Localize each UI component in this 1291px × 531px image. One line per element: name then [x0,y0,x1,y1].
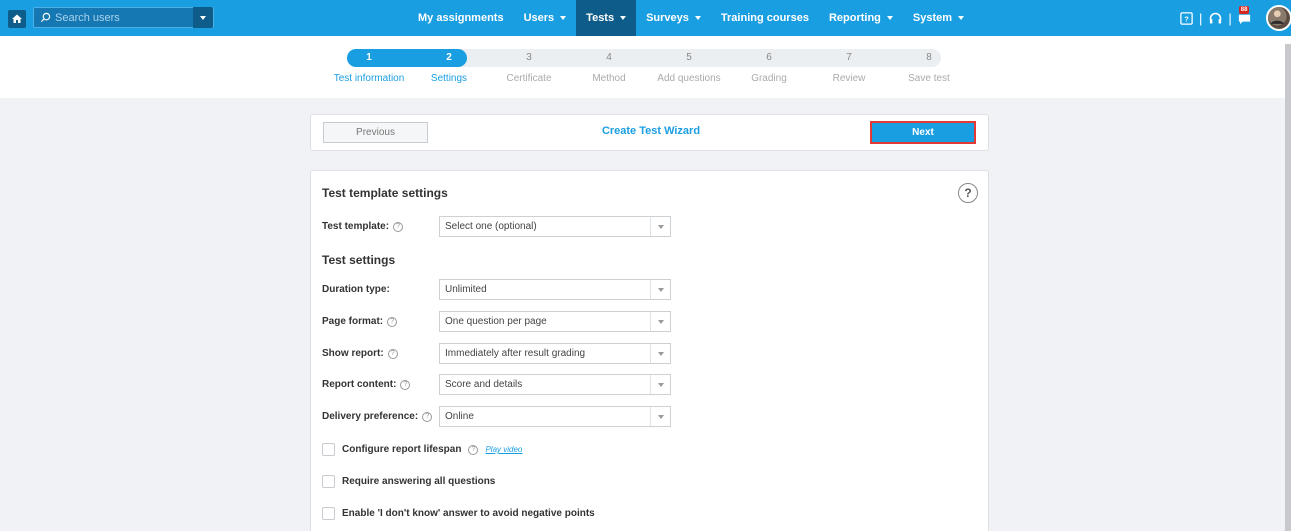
test-template-select[interactable]: Select one (optional) [439,216,671,237]
previous-button[interactable]: Previous [323,122,428,143]
configure-lifespan-row: Configure report lifespan ? Play video [322,443,522,456]
duration-type-select[interactable]: Unlimited [439,279,671,300]
chevron-down-icon [657,319,664,324]
dont-know-row: Enable 'I don't know' answer to avoid ne… [322,507,595,520]
nav-tests[interactable]: Tests [576,0,637,36]
info-icon[interactable]: ? [387,348,398,359]
show-report-label: Show report:? [322,348,398,359]
nav-system[interactable]: System [903,0,974,36]
wizard-bar: Previous Create Test Wizard Next [310,114,989,151]
divider: | [1199,10,1203,26]
chevron-down-icon [657,287,664,292]
nav-my-assignments[interactable]: My assignments [408,0,514,36]
step-add-questions[interactable]: 5 Add questions [649,49,729,84]
play-video-link[interactable]: Play video [485,445,522,454]
require-all-checkbox[interactable] [322,475,335,488]
home-icon [12,14,22,23]
info-icon[interactable]: ? [468,444,479,455]
step-review[interactable]: 7 Review [809,49,889,84]
chevron-down-icon [200,15,206,20]
chevron-down-icon [657,224,664,229]
chevron-down-icon [657,351,664,356]
next-button[interactable]: Next [870,121,976,144]
settings-panel: Test template settings ? Test template:?… [310,170,989,531]
main-nav: My assignments Users Tests Surveys Train… [408,0,974,36]
help-book-icon[interactable]: ? [1178,10,1194,26]
step-save-test[interactable]: 8 Save test [889,49,969,84]
nav-reporting[interactable]: Reporting [819,0,903,36]
wizard-stepper: 1 Test information 2 Settings 3 Certific… [0,36,1291,98]
svg-text:?: ? [1184,14,1189,23]
nav-surveys[interactable]: Surveys [636,0,711,36]
test-template-label: Test template:? [322,221,404,232]
chevron-down-icon [694,16,701,20]
require-all-row: Require answering all questions [322,475,495,488]
notifications-button[interactable]: 88 [1237,6,1253,26]
chevron-down-icon [657,414,664,419]
configure-lifespan-checkbox[interactable] [322,443,335,456]
delivery-preference-select[interactable]: Online [439,406,671,427]
wizard-title: Create Test Wizard [601,125,701,137]
help-icon[interactable]: ? [958,183,978,203]
step-grading[interactable]: 6 Grading [729,49,809,84]
nav-training-courses[interactable]: Training courses [711,0,819,36]
report-content-select[interactable]: Score and details [439,374,671,395]
headset-icon[interactable] [1207,10,1223,26]
search-icon [40,12,51,23]
top-right-icons: ? | | 88 [1178,5,1291,31]
divider: | [1228,10,1232,26]
step-certificate[interactable]: 3 Certificate [489,49,569,84]
info-icon[interactable]: ? [393,221,404,232]
chevron-down-icon [657,382,664,387]
duration-type-label: Duration type: [322,284,390,295]
page-format-label: Page format:? [322,316,398,327]
step-method[interactable]: 4 Method [569,49,649,84]
page-format-select[interactable]: One question per page [439,311,671,332]
top-navbar: My assignments Users Tests Surveys Train… [0,0,1291,36]
scrollbar[interactable] [1285,44,1291,531]
search-box[interactable] [33,7,214,28]
show-report-select[interactable]: Immediately after result grading [439,343,671,364]
chevron-down-icon [620,16,627,20]
dont-know-checkbox[interactable] [322,507,335,520]
step-test-information[interactable]: 1 Test information [329,49,409,84]
template-section-title: Test template settings [322,186,448,200]
avatar[interactable] [1265,5,1291,31]
step-settings[interactable]: 2 Settings [409,49,489,84]
search-input[interactable] [55,11,185,24]
chevron-down-icon [958,16,965,20]
nav-users[interactable]: Users [514,0,577,36]
report-content-label: Report content:? [322,379,411,390]
settings-section-title: Test settings [322,253,396,267]
chevron-down-icon [560,16,567,20]
chevron-down-icon [886,16,893,20]
info-icon[interactable]: ? [387,316,398,327]
notification-badge: 88 [1238,6,1250,14]
search-dropdown-button[interactable] [193,7,213,28]
home-button[interactable] [8,10,26,28]
delivery-preference-label: Delivery preference:? [322,411,433,422]
info-icon[interactable]: ? [400,379,411,390]
info-icon[interactable]: ? [422,411,433,422]
